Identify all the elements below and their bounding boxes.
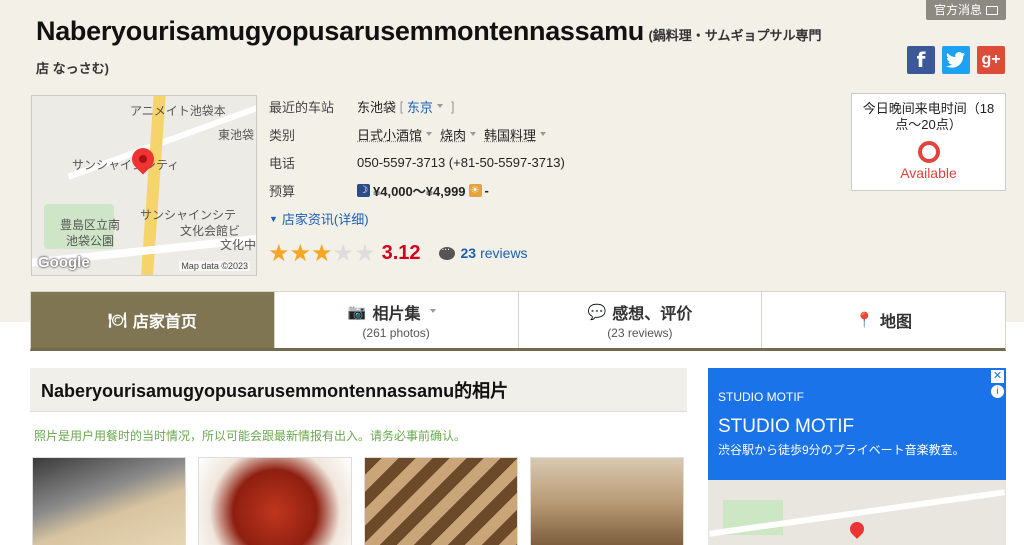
title-sub: (鍋料理・サムギョプサル専門 xyxy=(648,28,822,43)
details-link-label: 店家资讯(详细) xyxy=(281,212,369,227)
tab-label: 店家首页 xyxy=(132,314,197,331)
map-label: 文化中 xyxy=(220,238,257,252)
googleplus-icon: g+ xyxy=(981,51,1001,68)
details-link[interactable]: ▼ 店家资讯(详细) xyxy=(269,209,369,228)
location-map[interactable]: アニメイト池袋本 東池袋 サンシャインシティ サンシャインシテ 豊島区立南 池袋… xyxy=(31,95,257,276)
chevron-down-icon[interactable] xyxy=(426,131,433,136)
tab-sub: (23 reviews) xyxy=(607,326,673,340)
review-count-link[interactable]: 23 xyxy=(461,245,477,261)
map-label: 豊島区立南 xyxy=(60,218,121,232)
category-label: 类别 xyxy=(269,128,296,143)
ad-close-icon[interactable]: ✕ xyxy=(991,370,1004,383)
title-sub-continued: 店 なっさむ) xyxy=(36,61,109,76)
station-row: 最近的车站 东池袋 [ 东京 ] xyxy=(269,97,455,116)
restaurant-tabs: 🍽 店家首页 📷 相片集 (261 photos) 💬 感想、评价 (23 re… xyxy=(30,291,1006,351)
map-label: 東池袋 xyxy=(218,128,255,142)
camera-icon: 📷 xyxy=(347,304,367,321)
tab-photos[interactable]: 📷 相片集 (261 photos) xyxy=(275,292,519,348)
map-attribution: Map data ©2023 xyxy=(179,261,250,271)
star-icon: ★ xyxy=(289,239,312,267)
star-icon: ★ xyxy=(332,239,355,267)
map-label: サンシャインシテ xyxy=(140,208,237,222)
star-icon: ★ xyxy=(268,239,290,267)
twitter-icon xyxy=(946,51,966,68)
cutlery-icon: 🍽 xyxy=(107,312,127,329)
tab-reviews[interactable]: 💬 感想、评价 (23 reviews) xyxy=(519,292,763,348)
category-row: 类别 日式小酒馆 烧肉 韩国料理 xyxy=(269,125,554,144)
station-label: 最近的车站 xyxy=(269,100,335,115)
phone-value: 050-5597-3713 (+81-50-5597-3713) xyxy=(357,155,565,170)
star-icon: ★ xyxy=(311,239,333,267)
official-notice-button[interactable]: 官方消息 xyxy=(925,0,1006,20)
triangle-down-icon: ▼ xyxy=(269,213,278,224)
tab-label: 地图 xyxy=(879,314,912,331)
title-main: Naberyourisamugyopusarusemmontennassamu xyxy=(36,16,644,46)
category-link[interactable]: 烧肉 xyxy=(440,125,466,144)
comment-icon xyxy=(438,242,455,260)
lunch-budget: - xyxy=(484,183,489,198)
available-circle-icon xyxy=(917,141,940,163)
phone-row: 电话 050-5597-3713 (+81-50-5597-3713) xyxy=(269,153,565,172)
reviews-link[interactable]: reviews xyxy=(480,245,527,261)
moon-icon: ☽ xyxy=(357,184,370,197)
ad-map-image[interactable] xyxy=(708,480,1006,545)
facebook-share-button[interactable]: f xyxy=(907,46,935,74)
chat-icon: 💬 xyxy=(587,304,607,321)
map-pin-icon xyxy=(847,519,867,539)
tab-home[interactable]: 🍽 店家首页 xyxy=(31,292,275,348)
tab-label: 相片集 xyxy=(372,306,421,323)
ad-title[interactable]: STUDIO MOTIF xyxy=(718,416,854,438)
call-status: Available xyxy=(900,165,957,181)
rating-score: 3.12 xyxy=(381,241,421,264)
ad-sponsor: STUDIO MOTIF xyxy=(718,390,804,404)
photo-thumbnail[interactable] xyxy=(32,457,186,545)
sun-icon: ☀ xyxy=(468,184,482,197)
message-icon xyxy=(986,5,998,15)
photos-section-title: Naberyourisamugyopusarusemmontennassamu的… xyxy=(30,368,687,412)
phone-label: 电话 xyxy=(269,156,296,171)
googleplus-share-button[interactable]: g+ xyxy=(977,46,1005,74)
map-pin-icon: 📍 xyxy=(855,312,874,329)
rating-summary: ★ ★ ★ ★ ★ 3.12 23 reviews xyxy=(268,241,528,265)
star-icon: ★ xyxy=(354,239,376,267)
photo-thumbnail[interactable] xyxy=(530,457,684,545)
call-availability-box: 今日晚间来电时间（18点～20点） Available xyxy=(851,93,1006,191)
restaurant-title: Naberyourisamugyopusarusemmontennassamu … xyxy=(36,16,896,47)
dinner-budget: ¥4,000～¥4,999 xyxy=(373,184,466,199)
tab-label: 感想、评价 xyxy=(612,306,693,323)
station-value[interactable]: 东池袋 xyxy=(357,97,396,116)
photo-thumbnail[interactable] xyxy=(364,457,518,545)
map-label: アニメイト池袋本 xyxy=(130,104,226,118)
category-link[interactable]: 日式小酒馆 xyxy=(357,125,422,144)
ad-description: 渋谷駅から徒歩9分のプライベート音楽教室。 xyxy=(718,443,965,457)
tab-map[interactable]: 📍 地图 xyxy=(762,292,1005,348)
facebook-icon: f xyxy=(916,48,926,72)
photos-disclaimer: 照片是用户用餐时的当时情况，所以可能会跟最新情报有出入。请务必事前确认。 xyxy=(34,429,467,443)
tab-sub: (261 photos) xyxy=(362,326,430,340)
station-area-link[interactable]: 东京 xyxy=(407,97,433,116)
map-label: サンシャインシティ xyxy=(72,158,180,172)
chevron-down-icon xyxy=(430,309,437,313)
chevron-down-icon[interactable] xyxy=(540,131,547,136)
chevron-down-icon[interactable] xyxy=(470,131,477,136)
ad-info-icon[interactable]: i xyxy=(991,385,1004,398)
twitter-share-button[interactable] xyxy=(942,46,970,74)
category-link[interactable]: 韩国料理 xyxy=(484,125,536,144)
notice-button-label: 官方消息 xyxy=(933,3,982,17)
budget-label: 预算 xyxy=(269,184,296,199)
photo-thumbnail[interactable] xyxy=(198,457,352,545)
google-logo: Google xyxy=(38,254,90,271)
call-box-title: 今日晚间来电时间（18点～20点） xyxy=(862,101,995,132)
map-label: 池袋公園 xyxy=(66,234,115,248)
advertisement[interactable]: STUDIO MOTIF STUDIO MOTIF 渋谷駅から徒歩9分のプライベ… xyxy=(708,368,1006,545)
budget-row: 预算 ☽ ¥4,000～¥4,999 ☀ - xyxy=(269,181,489,200)
chevron-down-icon[interactable] xyxy=(436,103,443,108)
